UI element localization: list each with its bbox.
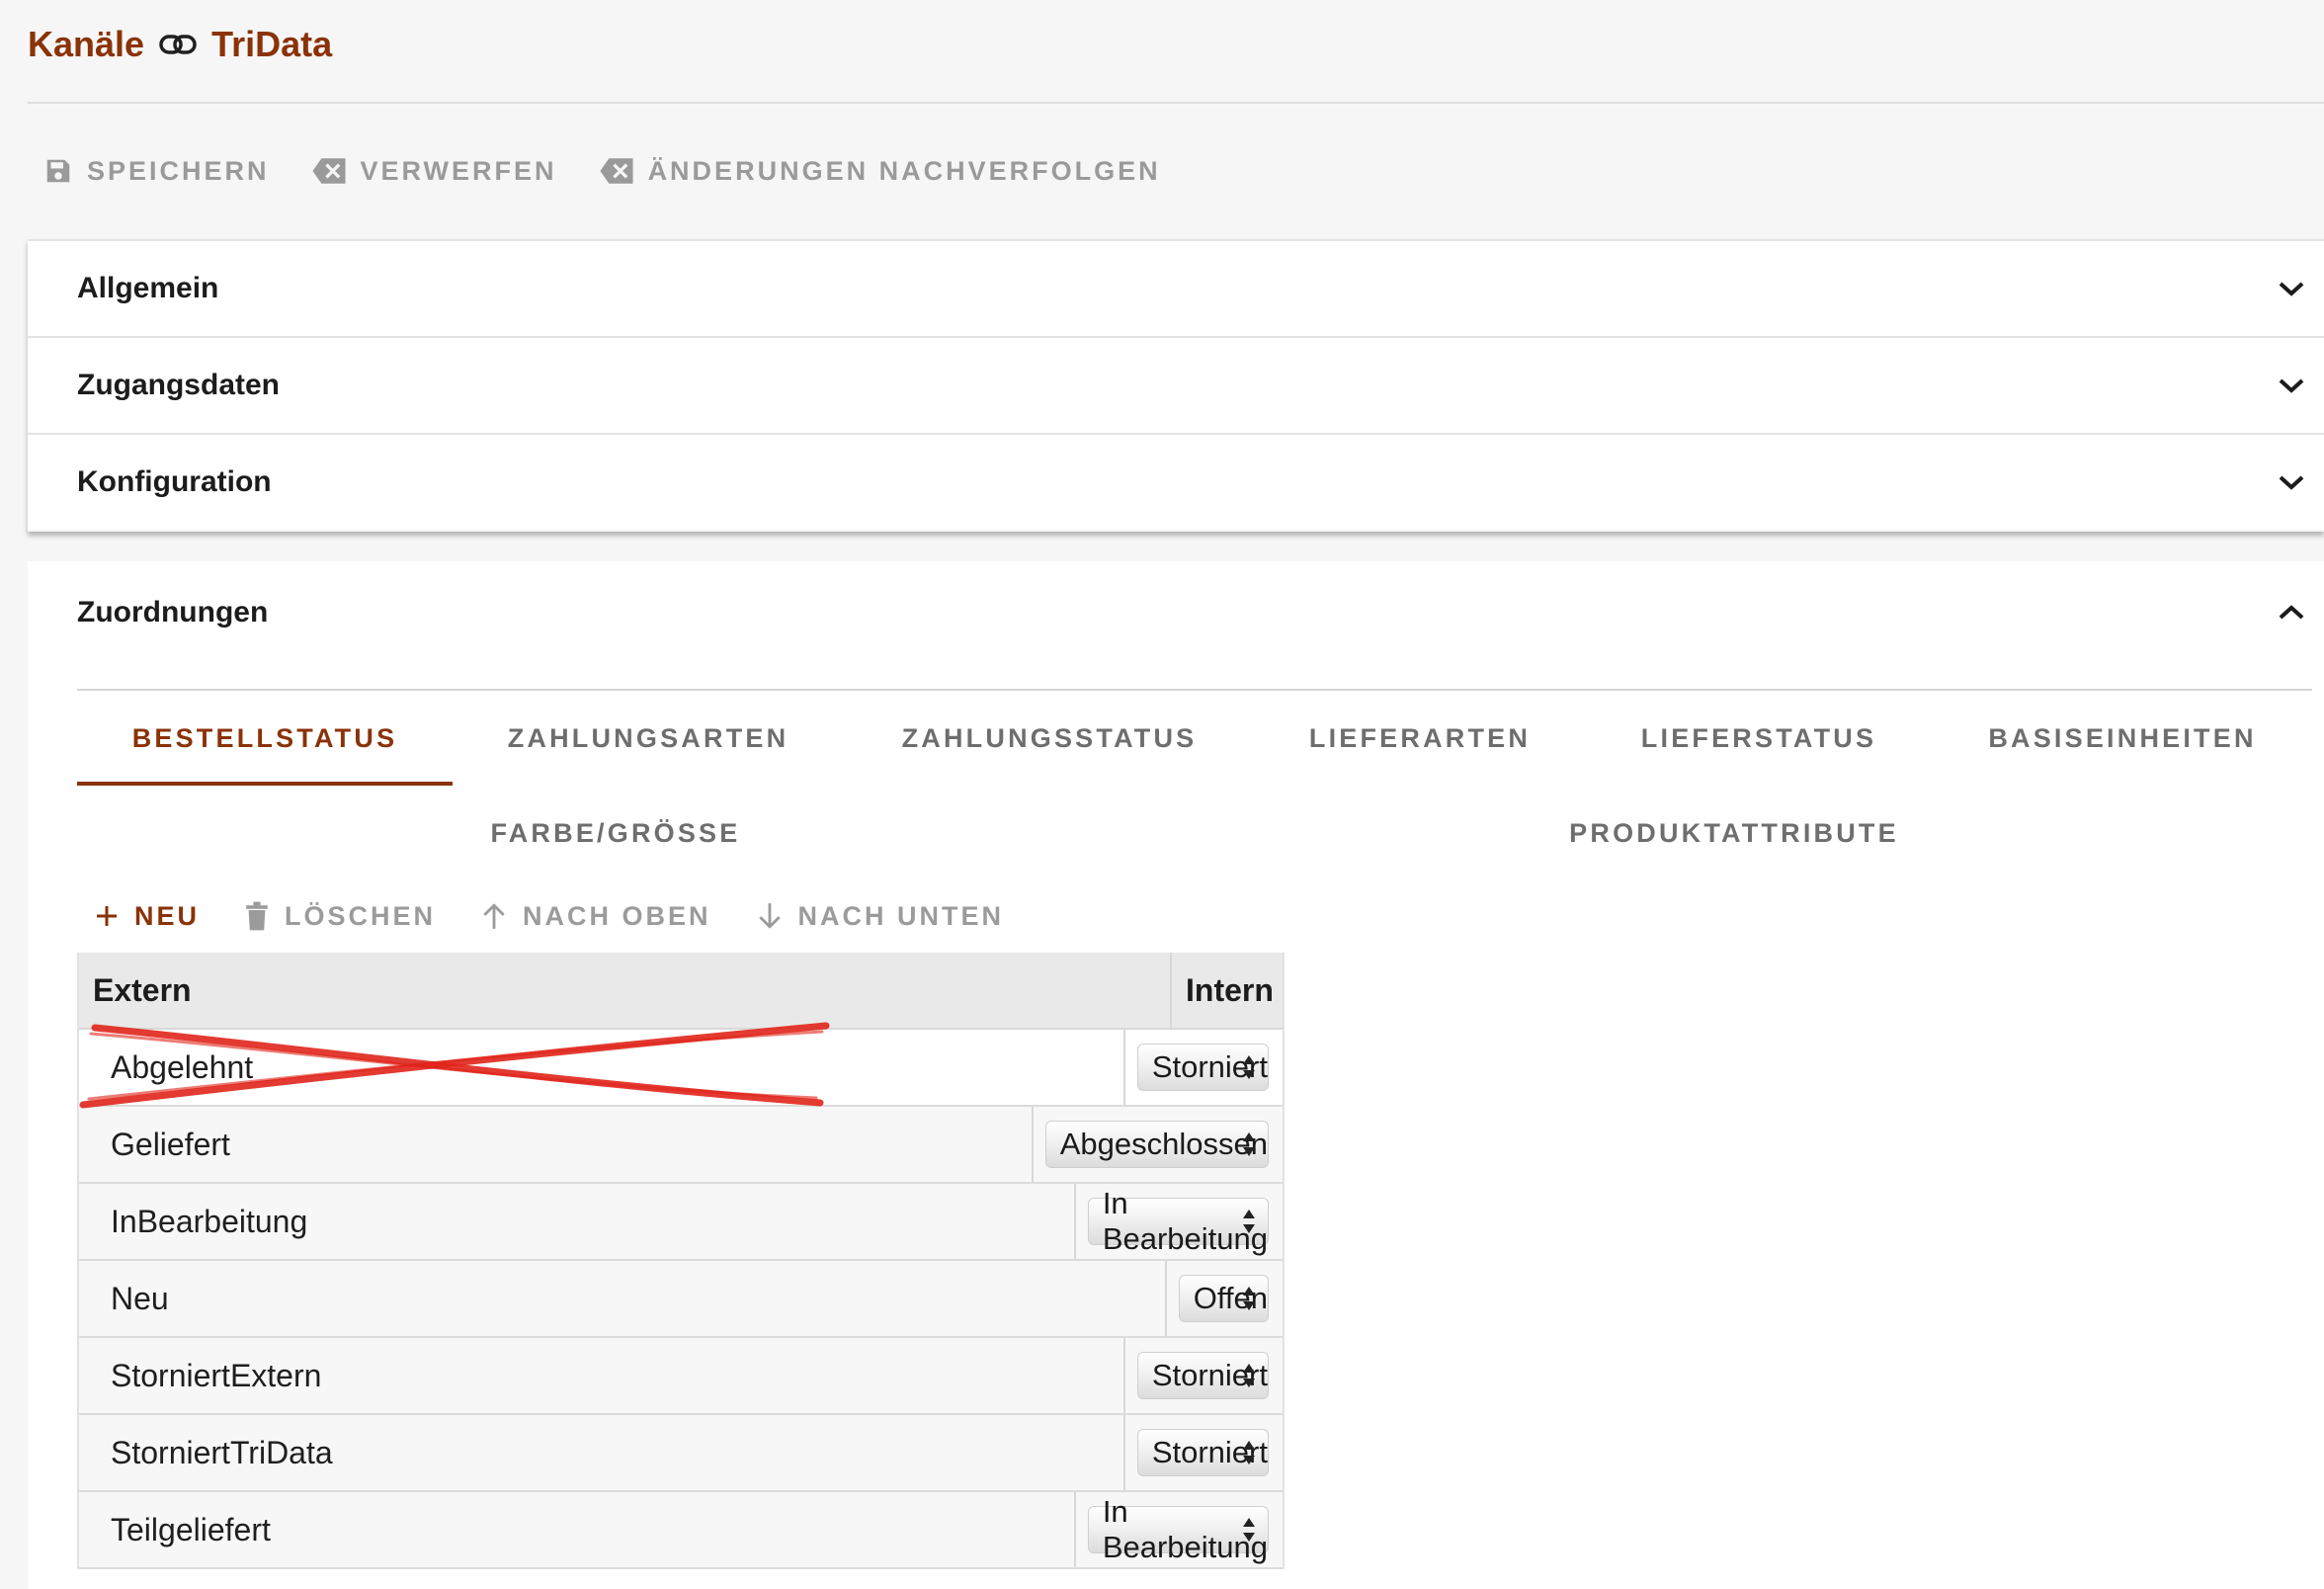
tab-payment-status[interactable]: ZAHLUNGSSTATUS xyxy=(860,704,1239,773)
breadcrumb-current: TriData xyxy=(211,24,333,64)
mapping-table: Extern Intern Abgelehnt Storniert Geliefer… xyxy=(77,953,1285,1569)
extern-value-cell[interactable]: StorniertExtern xyxy=(79,1338,1125,1413)
move-down-button[interactable]: NACH UNTEN xyxy=(757,901,1005,932)
trash-icon xyxy=(245,901,269,931)
move-down-label: NACH UNTEN xyxy=(797,900,1005,931)
column-header-extern[interactable]: Extern xyxy=(79,953,1172,1028)
save-label: SPEICHERN xyxy=(87,155,270,186)
select-arrows-icon xyxy=(1240,1053,1258,1081)
backspace-icon xyxy=(311,157,347,185)
select-arrows-icon xyxy=(1240,1285,1258,1312)
intern-status-select[interactable]: Storniert xyxy=(1136,1429,1269,1476)
panel-credentials-title: Zugangsdaten xyxy=(77,369,281,401)
discard-label: VERWERFEN xyxy=(360,155,557,186)
tabs-divider xyxy=(77,689,2312,691)
select-arrows-icon xyxy=(1240,1516,1258,1544)
extern-value-cell[interactable]: Geliefert xyxy=(79,1107,1034,1182)
column-header-intern[interactable]: Intern xyxy=(1172,953,1283,1028)
table-row[interactable]: InBearbeitung In Bearbeitung xyxy=(79,1184,1283,1261)
toolbar: SPEICHERN VERWERFEN ÄNDERUNGEN NACHVERFO… xyxy=(43,146,1203,196)
delete-label: LÖSCHEN xyxy=(285,900,437,931)
breadcrumb-parent-link[interactable]: Kanäle xyxy=(28,24,144,65)
table-row[interactable]: Neu Offen xyxy=(79,1261,1283,1338)
floppy-disk-icon xyxy=(43,156,73,186)
accordion-group: Allgemein Zugangsdaten Konfiguration xyxy=(28,239,2324,532)
select-arrows-icon xyxy=(1240,1439,1258,1466)
intern-status-select[interactable]: Storniert xyxy=(1136,1044,1269,1091)
chevron-down-icon xyxy=(2277,376,2306,395)
move-up-label: NACH OBEN xyxy=(523,900,711,931)
track-changes-button[interactable]: ÄNDERUNGEN NACHVERFOLGEN xyxy=(599,156,1161,187)
intern-value-cell: In Bearbeitung xyxy=(1076,1492,1283,1567)
panel-configuration-title: Konfiguration xyxy=(77,465,272,498)
panel-configuration-header[interactable]: Konfiguration xyxy=(28,435,2324,530)
table-row[interactable]: StorniertTriData Storniert xyxy=(79,1415,1283,1492)
header-divider xyxy=(28,102,2324,104)
plus-icon xyxy=(95,904,119,928)
panel-credentials-header[interactable]: Zugangsdaten xyxy=(28,338,2324,433)
tab-delivery-methods[interactable]: LIEFERARTEN xyxy=(1267,704,1573,773)
track-changes-label: ÄNDERUNGEN NACHVERFOLGEN xyxy=(647,155,1161,186)
intern-status-value: Abgeschlossen xyxy=(1059,1127,1268,1161)
discard-button[interactable]: VERWERFEN xyxy=(311,156,557,187)
extern-value-cell[interactable]: StorniertTriData xyxy=(79,1415,1125,1490)
extern-value-cell[interactable]: Neu xyxy=(79,1261,1167,1336)
intern-value-cell: Storniert xyxy=(1125,1415,1283,1490)
save-button[interactable]: SPEICHERN xyxy=(43,156,270,187)
table-row[interactable]: Abgelehnt Storniert xyxy=(79,1030,1283,1107)
move-up-button[interactable]: NACH OBEN xyxy=(481,901,711,932)
table-row[interactable]: StorniertExtern Storniert xyxy=(79,1338,1283,1415)
select-arrows-icon xyxy=(1240,1130,1258,1158)
tab-color-size[interactable]: FARBE/GRÖSSE xyxy=(77,798,1154,868)
panel-general-title: Allgemein xyxy=(77,272,219,304)
table-row[interactable]: Geliefert Abgeschlossen xyxy=(79,1107,1283,1184)
intern-status-select[interactable]: In Bearbeitung xyxy=(1087,1186,1269,1256)
arrow-up-icon xyxy=(481,902,507,930)
active-tab-indicator xyxy=(77,782,453,786)
tab-payment-methods[interactable]: ZAHLUNGSARTEN xyxy=(464,704,832,773)
link-icon xyxy=(158,33,198,56)
grid-toolbar: NEU LÖSCHEN NACH OBEN NACH UNTEN xyxy=(95,891,1049,941)
intern-value-cell: Storniert xyxy=(1125,1338,1283,1413)
select-arrows-icon xyxy=(1240,1208,1258,1235)
extern-value-cell[interactable]: Teilgeliefert xyxy=(79,1492,1076,1567)
breadcrumb: Kanäle TriData xyxy=(28,18,332,71)
intern-status-select[interactable]: Abgeschlossen xyxy=(1044,1121,1269,1168)
intern-value-cell: Abgeschlossen xyxy=(1034,1107,1283,1182)
panel-configuration[interactable]: Konfiguration xyxy=(28,433,2324,530)
panel-mappings-title: Zuordnungen xyxy=(77,596,269,628)
delete-button[interactable]: LÖSCHEN xyxy=(245,901,436,932)
intern-status-select[interactable]: Offen xyxy=(1178,1275,1269,1322)
tab-delivery-status[interactable]: LIEFERSTATUS xyxy=(1601,704,1917,773)
extern-value-cell[interactable]: Abgelehnt xyxy=(79,1030,1125,1105)
arrow-down-icon xyxy=(757,902,783,930)
chevron-down-icon xyxy=(2277,279,2306,298)
table-row[interactable]: Teilgeliefert In Bearbeitung xyxy=(79,1492,1283,1569)
tab-product-attributes[interactable]: PRODUKTATTRIBUTE xyxy=(1154,798,2314,868)
tab-base-units[interactable]: BASISEINHEITEN xyxy=(1945,704,2300,773)
backspace-icon xyxy=(599,157,634,185)
select-arrows-icon xyxy=(1240,1362,1258,1389)
chevron-up-icon xyxy=(2277,603,2306,623)
new-label: NEU xyxy=(134,900,201,931)
panel-mappings-header[interactable]: Zuordnungen xyxy=(28,561,2324,664)
extern-value-cell[interactable]: InBearbeitung xyxy=(79,1184,1076,1259)
panel-general[interactable]: Allgemein xyxy=(28,239,2324,336)
intern-status-select[interactable]: In Bearbeitung xyxy=(1087,1494,1269,1564)
table-header: Extern Intern xyxy=(79,953,1283,1030)
panel-credentials[interactable]: Zugangsdaten xyxy=(28,336,2324,433)
intern-value-cell: Storniert xyxy=(1125,1030,1283,1105)
intern-value-cell: Offen xyxy=(1167,1261,1283,1336)
panel-general-header[interactable]: Allgemein xyxy=(28,241,2324,336)
intern-status-select[interactable]: Storniert xyxy=(1136,1352,1269,1399)
chevron-down-icon xyxy=(2277,472,2306,492)
new-button[interactable]: NEU xyxy=(95,901,200,932)
intern-value-cell: In Bearbeitung xyxy=(1076,1184,1283,1259)
tab-order-status[interactable]: BESTELLSTATUS xyxy=(77,704,453,773)
